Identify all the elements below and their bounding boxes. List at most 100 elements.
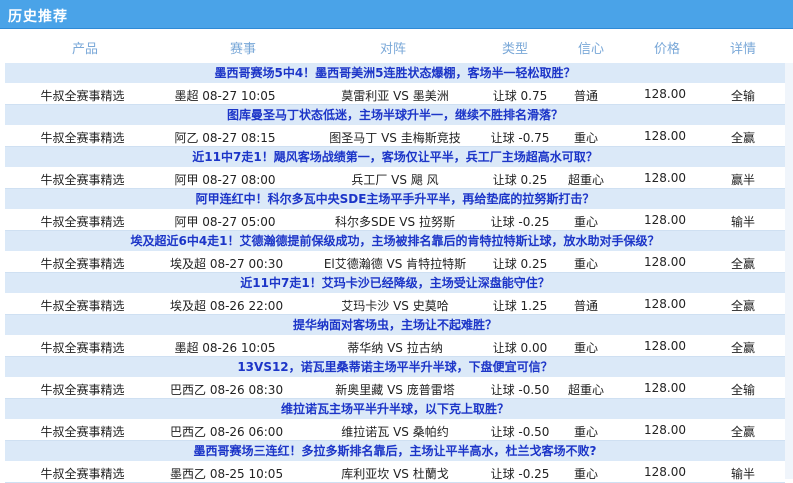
- cell-event: 阿甲 08-27 08:00: [174, 173, 276, 187]
- cell-confidence: 重心: [573, 341, 598, 355]
- cell-match: 莫雷利亚 VS 墨美洲: [341, 89, 449, 103]
- cell-event: 埃及超 08-27 00:30: [170, 257, 284, 271]
- cell-confidence: 超重心: [567, 383, 604, 397]
- cell-event: 墨超 08-27 10:05: [174, 89, 276, 103]
- table-row: 牛叔全赛事精选 埃及超 08-26 22:00 艾玛卡沙 VS 史莫哈 让球 1.25…: [5, 293, 785, 315]
- column-header-row: 产品 赛事 对阵 类型 信心 价格 详情: [0, 29, 793, 63]
- cell-result[interactable]: 全输: [718, 381, 768, 398]
- entry-title-row: 提华纳面对客场虫，主场让不起难胜？: [5, 315, 785, 335]
- entry-title-link[interactable]: 阿甲连红中！科尔多瓦中央SDE主场平手升平半，再给垫底的拉努斯打击？: [196, 192, 595, 206]
- history-entry: 13VS12，诺瓦里桑蒂诺主场平半升半球，下盘便宜可信？ 牛叔全赛事精选 巴西乙 0…: [0, 357, 793, 399]
- cell-match: 新奥里藏 VS 庞普雷塔: [335, 383, 455, 397]
- entry-title-row: 13VS12，诺瓦里桑蒂诺主场平半升半球，下盘便宜可信？: [5, 357, 785, 377]
- cell-price: 128.00: [644, 171, 686, 185]
- entry-title-link[interactable]: 图库曼圣马丁状态低迷，主场半球升半一，继续不胜排名滑落？: [227, 108, 563, 122]
- history-entry: 埃及超近6中4走1！艾德瀚德提前保级成功，主场被排名靠后的肯特拉特斯让球，放水助…: [0, 231, 793, 273]
- cell-result[interactable]: 全赢: [718, 339, 768, 356]
- cell-product: 牛叔全赛事精选: [40, 467, 125, 481]
- col-head-match: 对阵: [379, 42, 406, 57]
- cell-event: 墨西乙 08-25 10:05: [170, 467, 284, 481]
- cell-price: 128.00: [644, 423, 686, 437]
- history-entry: 提华纳面对客场虫，主场让不起难胜？ 牛叔全赛事精选 墨超 08-26 10:05 蒂华…: [0, 315, 793, 357]
- section-header: 历史推荐: [0, 0, 793, 29]
- cell-type: 让球 0.00: [492, 341, 548, 355]
- cell-price: 128.00: [644, 87, 686, 101]
- cell-type: 让球 0.25: [492, 173, 548, 187]
- cell-product: 牛叔全赛事精选: [40, 299, 125, 313]
- table-row: 牛叔全赛事精选 墨超 08-26 10:05 蒂华纳 VS 拉古纳 让球 0.00 重心…: [5, 335, 785, 357]
- cell-match: 库利亚坎 VS 杜蘭戈: [341, 467, 449, 481]
- cell-type: 让球 1.25: [492, 299, 548, 313]
- cell-type: 让球 0.75: [492, 89, 548, 103]
- table-row: 牛叔全赛事精选 埃及超 08-27 00:30 El艾德瀚德 VS 肯特拉特斯 让球 …: [5, 251, 785, 273]
- entry-title-link[interactable]: 近11中7走1！飓风客场战绩第一，客场仅让平半，兵工厂主场超高水可取？: [192, 150, 597, 164]
- cell-match: 艾玛卡沙 VS 史莫哈: [341, 299, 449, 313]
- cell-result[interactable]: 全赢: [718, 255, 768, 272]
- cell-result[interactable]: 输半: [718, 465, 768, 482]
- entry-title-row: 近11中7走1！飓风客场战绩第一，客场仅让平半，兵工厂主场超高水可取？: [5, 147, 785, 167]
- entry-title-link[interactable]: 埃及超近6中4走1！艾德瀚德提前保级成功，主场被排名靠后的肯特拉特斯让球，放水助…: [130, 234, 659, 248]
- cell-product: 牛叔全赛事精选: [40, 341, 125, 355]
- history-entry: 近11中7走1！艾玛卡沙已经降级，主场受让深盘能守住？ 牛叔全赛事精选 埃及超 08…: [0, 273, 793, 315]
- cell-match: 兵工厂 VS 飓 风: [351, 173, 439, 187]
- entry-title-link[interactable]: 墨西哥赛场5中4！墨西哥美洲5连胜状态爆棚，客场半一轻松取胜？: [214, 66, 575, 80]
- scrollbar[interactable]: [785, 63, 793, 479]
- col-head-price: 价格: [653, 42, 680, 57]
- cell-event: 巴西乙 08-26 08:30: [170, 383, 284, 397]
- history-entry: 近11中7走1！飓风客场战绩第一，客场仅让平半，兵工厂主场超高水可取？ 牛叔全赛事…: [0, 147, 793, 189]
- cell-product: 牛叔全赛事精选: [40, 257, 125, 271]
- cell-confidence: 重心: [573, 425, 598, 439]
- col-head-product: 产品: [71, 42, 98, 57]
- col-head-confidence: 信心: [577, 42, 604, 57]
- cell-price: 128.00: [644, 129, 686, 143]
- history-entry: 阿甲连红中！科尔多瓦中央SDE主场平手升平半，再给垫底的拉努斯打击？ 牛叔全赛事精…: [0, 189, 793, 231]
- cell-type: 让球 -0.50: [490, 425, 550, 439]
- cell-confidence: 超重心: [567, 173, 604, 187]
- cell-event: 巴西乙 08-26 06:00: [170, 425, 284, 439]
- col-head-detail: 详情: [729, 42, 756, 57]
- history-entry: 墨西哥赛场5中4！墨西哥美洲5连胜状态爆棚，客场半一轻松取胜？ 牛叔全赛事精选 墨超…: [0, 63, 793, 105]
- entry-title-row: 埃及超近6中4走1！艾德瀚德提前保级成功，主场被排名靠后的肯特拉特斯让球，放水助…: [5, 231, 785, 251]
- cell-product: 牛叔全赛事精选: [40, 131, 125, 145]
- table-row: 牛叔全赛事精选 阿乙 08-27 08:15 图圣马丁 VS 圭梅斯竞技 让球 -0.…: [5, 125, 785, 147]
- entry-title-row: 阿甲连红中！科尔多瓦中央SDE主场平手升平半，再给垫底的拉努斯打击？: [5, 189, 785, 209]
- cell-confidence: 重心: [573, 257, 598, 271]
- cell-product: 牛叔全赛事精选: [40, 173, 125, 187]
- entry-title-row: 墨西哥赛场三连红！多拉多斯排名靠后，主场让平半高水，杜兰戈客场不败?: [5, 441, 785, 461]
- entry-title-link[interactable]: 13VS12，诺瓦里桑蒂诺主场平半升半球，下盘便宜可信？: [237, 360, 552, 374]
- section-title: 历史推荐: [8, 9, 68, 25]
- history-entry: 墨西哥赛场三连红！多拉多斯排名靠后，主场让平半高水，杜兰戈客场不败? 牛叔全赛事精…: [0, 441, 793, 483]
- cell-result[interactable]: 全输: [718, 87, 768, 104]
- cell-result[interactable]: 全赢: [718, 297, 768, 314]
- entry-title-row: 图库曼圣马丁状态低迷，主场半球升半一，继续不胜排名滑落？: [5, 105, 785, 125]
- cell-match: El艾德瀚德 VS 肯特拉特斯: [323, 257, 467, 271]
- cell-confidence: 普通: [573, 299, 598, 313]
- cell-price: 128.00: [644, 339, 686, 353]
- cell-match: 科尔多SDE VS 拉努斯: [335, 215, 455, 229]
- cell-product: 牛叔全赛事精选: [40, 215, 125, 229]
- cell-product: 牛叔全赛事精选: [40, 89, 125, 103]
- cell-event: 阿甲 08-27 05:00: [174, 215, 276, 229]
- cell-event: 埃及超 08-26 22:00: [170, 299, 284, 313]
- entry-title-link[interactable]: 提华纳面对客场虫，主场让不起难胜？: [293, 318, 497, 332]
- entry-title-link[interactable]: 墨西哥赛场三连红！多拉多斯排名靠后，主场让平半高水，杜兰戈客场不败?: [194, 444, 597, 458]
- cell-match: 图圣马丁 VS 圭梅斯竞技: [329, 131, 461, 145]
- cell-confidence: 普通: [573, 89, 598, 103]
- cell-type: 让球 -0.25: [490, 467, 550, 481]
- cell-result[interactable]: 赢半: [718, 171, 768, 188]
- cell-result[interactable]: 输半: [718, 213, 768, 230]
- cell-result[interactable]: 全赢: [718, 423, 768, 440]
- cell-type: 让球 -0.75: [490, 131, 550, 145]
- entry-title-link[interactable]: 维拉诺瓦主场平半升半球，以下克上取胜？: [281, 402, 509, 416]
- cell-confidence: 重心: [573, 131, 598, 145]
- col-head-event: 赛事: [229, 42, 256, 57]
- cell-confidence: 重心: [573, 215, 598, 229]
- entry-title-row: 墨西哥赛场5中4！墨西哥美洲5连胜状态爆棚，客场半一轻松取胜？: [5, 63, 785, 83]
- cell-type: 让球 -0.50: [490, 383, 550, 397]
- cell-product: 牛叔全赛事精选: [40, 425, 125, 439]
- entry-title-link[interactable]: 近11中7走1！艾玛卡沙已经降级，主场受让深盘能守住？: [240, 276, 549, 290]
- cell-price: 128.00: [644, 255, 686, 269]
- table-row: 牛叔全赛事精选 阿甲 08-27 05:00 科尔多SDE VS 拉努斯 让球 -0.…: [5, 209, 785, 231]
- cell-result[interactable]: 全赢: [718, 129, 768, 146]
- table-row: 牛叔全赛事精选 阿甲 08-27 08:00 兵工厂 VS 飓 风 让球 0.25 超重…: [5, 167, 785, 189]
